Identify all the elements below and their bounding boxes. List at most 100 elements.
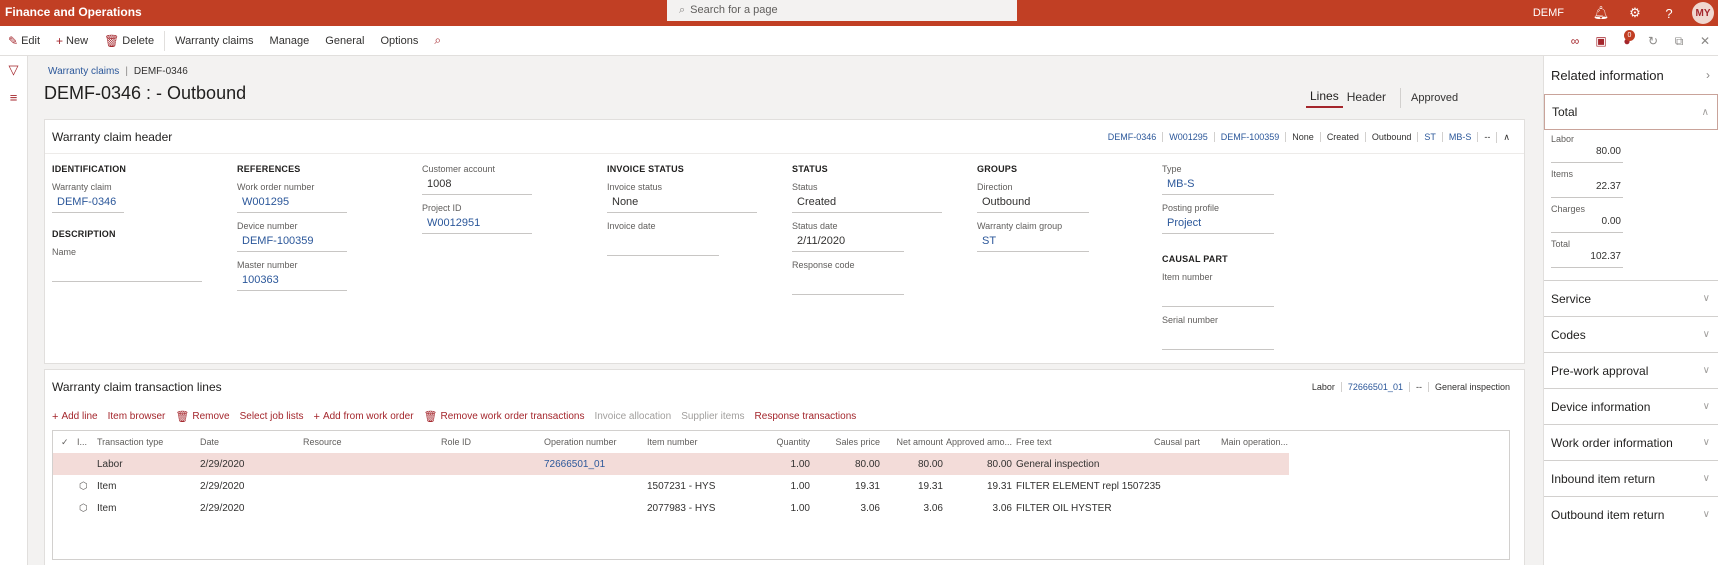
warranty-claim-field[interactable]: DEMF-0346 bbox=[52, 196, 124, 213]
tab-options[interactable]: Options bbox=[372, 26, 426, 56]
work-order-field[interactable]: W001295 bbox=[237, 196, 347, 213]
invoice-allocation-button[interactable]: Invoice allocation bbox=[594, 411, 671, 422]
page-search-input[interactable]: ⌕ Search for a page bbox=[667, 0, 1017, 21]
summary-value[interactable]: MB-S bbox=[1441, 132, 1478, 142]
tab-header[interactable]: Header bbox=[1343, 90, 1390, 107]
table-row[interactable]: Labor 2/29/2020 72666501_01 1.00 80.00 80.00 8… bbox=[53, 453, 1289, 475]
factbox-codes[interactable]: Codes ∨ bbox=[1544, 316, 1718, 352]
name-field[interactable] bbox=[52, 265, 202, 282]
customer-account-field[interactable]: 1008 bbox=[422, 178, 532, 195]
table-row[interactable]: ⬡ Item 2/29/2020 2077983 - HYS 1.00 3.06 3.06 3… bbox=[53, 497, 1509, 519]
factbox-pre-work-approval[interactable]: Pre-work approval ∨ bbox=[1544, 352, 1718, 388]
select-job-lists-button[interactable]: Select job lists bbox=[240, 411, 304, 422]
summary-value[interactable]: 72666501_01 bbox=[1340, 382, 1409, 392]
summary-value[interactable]: DEMF-0346 bbox=[1102, 132, 1163, 142]
response-code-field[interactable] bbox=[792, 278, 904, 295]
warranty-claim-group-field[interactable]: ST bbox=[977, 235, 1089, 252]
column-header[interactable]: Item number bbox=[647, 437, 698, 447]
column-header[interactable]: I... bbox=[77, 437, 91, 447]
office-icon[interactable]: ▣ bbox=[1588, 34, 1614, 48]
references-group: REFERENCES Work order number W001295 Dev… bbox=[237, 164, 407, 299]
status-date-field[interactable]: 2/11/2020 bbox=[792, 235, 904, 252]
device-number-field[interactable]: DEMF-100359 bbox=[237, 235, 347, 252]
open-new-window-icon[interactable]: ⧉ bbox=[1666, 34, 1692, 49]
related-information-header[interactable]: Related information › bbox=[1544, 56, 1718, 94]
chevron-down-icon: ∨ bbox=[1702, 329, 1710, 340]
supplier-items-button[interactable]: Supplier items bbox=[681, 411, 744, 422]
table-row[interactable]: ⬡ Item 2/29/2020 1507231 - HYS 1.00 19.31 19.3… bbox=[53, 475, 1509, 497]
column-header[interactable]: Free text bbox=[1016, 437, 1052, 447]
column-header[interactable]: Main operation... bbox=[1221, 437, 1288, 447]
messages-icon[interactable]: ● 0 bbox=[1614, 30, 1640, 48]
type-field[interactable]: MB-S bbox=[1162, 178, 1274, 195]
refresh-icon[interactable]: ↻ bbox=[1640, 34, 1666, 48]
remove-button[interactable]: 🗑︎ Remove bbox=[175, 410, 229, 423]
column-header[interactable]: Date bbox=[200, 437, 219, 447]
chevron-up-icon[interactable]: ∧ bbox=[1496, 131, 1516, 143]
add-from-work-order-button[interactable]: + Add from work order bbox=[314, 411, 414, 423]
tab-general[interactable]: General bbox=[317, 26, 372, 56]
warranty-claim-header-section: Warranty claim header DEMF-0346 W001295 … bbox=[44, 119, 1525, 364]
app-title[interactable]: Finance and Operations bbox=[5, 5, 142, 19]
edit-button[interactable]: ✎ Edit bbox=[0, 26, 48, 56]
tab-lines[interactable]: Lines bbox=[1306, 89, 1343, 108]
column-header[interactable]: Quantity bbox=[733, 437, 810, 447]
company-picker[interactable]: DEMF bbox=[1533, 7, 1564, 19]
breadcrumb-separator: | bbox=[125, 66, 128, 77]
tab-warranty-claims[interactable]: Warranty claims bbox=[167, 26, 261, 56]
factbox-work-order-information[interactable]: Work order information ∨ bbox=[1544, 424, 1718, 460]
close-icon[interactable]: ✕ bbox=[1692, 34, 1718, 48]
factbox-service[interactable]: Service ∨ bbox=[1544, 280, 1718, 316]
lines-section-toggle[interactable]: Warranty claim transaction lines Labor 7… bbox=[45, 370, 1524, 404]
factbox-inbound-item-return[interactable]: Inbound item return ∨ bbox=[1544, 460, 1718, 496]
cell-item: 1507231 - HYS bbox=[647, 480, 716, 492]
summary-value[interactable]: DEMF-100359 bbox=[1213, 132, 1286, 142]
master-number-field[interactable]: 100363 bbox=[237, 274, 347, 291]
summary-value[interactable]: ST bbox=[1417, 132, 1442, 142]
help-icon[interactable]: ? bbox=[1652, 6, 1686, 21]
link-icon[interactable]: ∞ bbox=[1562, 34, 1588, 48]
cell-type: Labor bbox=[97, 458, 123, 470]
new-button[interactable]: + New bbox=[48, 26, 96, 56]
factbox-outbound-item-return[interactable]: Outbound item return ∨ bbox=[1544, 496, 1718, 532]
serial-number-field[interactable] bbox=[1162, 333, 1274, 350]
summary-value[interactable]: W001295 bbox=[1162, 132, 1214, 142]
column-header[interactable]: Role ID bbox=[441, 437, 471, 447]
select-all-checkbox[interactable]: ✓ bbox=[61, 437, 69, 448]
list-icon[interactable]: ≡ bbox=[0, 90, 27, 112]
column-header[interactable]: Transaction type bbox=[97, 437, 163, 447]
direction-field[interactable]: Outbound bbox=[977, 196, 1089, 213]
column-header[interactable]: Causal part bbox=[1154, 437, 1200, 447]
user-avatar[interactable]: MY bbox=[1692, 2, 1714, 24]
gear-icon[interactable]: ⚙ bbox=[1618, 5, 1652, 21]
column-header[interactable]: Net amount bbox=[883, 437, 943, 447]
response-transactions-button[interactable]: Response transactions bbox=[755, 411, 857, 422]
status-field[interactable]: Created bbox=[792, 196, 942, 213]
causal-item-number-field[interactable] bbox=[1162, 290, 1274, 307]
invoice-status-field[interactable]: None bbox=[607, 196, 757, 213]
chevron-down-icon: ∨ bbox=[1702, 365, 1710, 376]
cell-operation[interactable]: 72666501_01 bbox=[544, 459, 605, 470]
delete-button[interactable]: 🗑︎ Delete bbox=[96, 26, 162, 56]
column-header[interactable]: Operation number bbox=[544, 437, 617, 447]
factbox-device-information[interactable]: Device information ∨ bbox=[1544, 388, 1718, 424]
action-search-button[interactable]: ⌕ bbox=[426, 26, 452, 56]
remove-work-order-transactions-button[interactable]: 🗑︎ Remove work order transactions bbox=[424, 410, 585, 423]
project-id-field[interactable]: W0012951 bbox=[422, 217, 532, 234]
column-header[interactable]: Resource bbox=[303, 437, 342, 447]
bell-icon[interactable]: 🔔︎ bbox=[1584, 5, 1618, 21]
posting-profile-field[interactable]: Project bbox=[1162, 217, 1274, 234]
invoice-date-field[interactable] bbox=[607, 239, 719, 256]
add-line-button[interactable]: + Add line bbox=[52, 411, 98, 423]
column-header[interactable]: Sales price bbox=[813, 437, 880, 447]
breadcrumb-parent-link[interactable]: Warranty claims bbox=[48, 66, 119, 77]
factbox-total-header[interactable]: Total ∧ bbox=[1544, 94, 1718, 130]
tab-manage[interactable]: Manage bbox=[262, 26, 318, 56]
header-section-toggle[interactable]: Warranty claim header DEMF-0346 W001295 … bbox=[45, 120, 1524, 154]
lines-toolbar: + Add line Item browser 🗑︎ Remove Select j… bbox=[52, 410, 866, 424]
filter-icon[interactable]: ▽ bbox=[0, 62, 27, 84]
chevron-right-icon[interactable]: › bbox=[1706, 68, 1710, 82]
column-header[interactable]: Approved amo... bbox=[946, 437, 1012, 447]
factbox-list: Service ∨ Codes ∨ Pre-work approval ∨ Device i… bbox=[1544, 280, 1718, 532]
item-browser-button[interactable]: Item browser bbox=[108, 411, 166, 422]
